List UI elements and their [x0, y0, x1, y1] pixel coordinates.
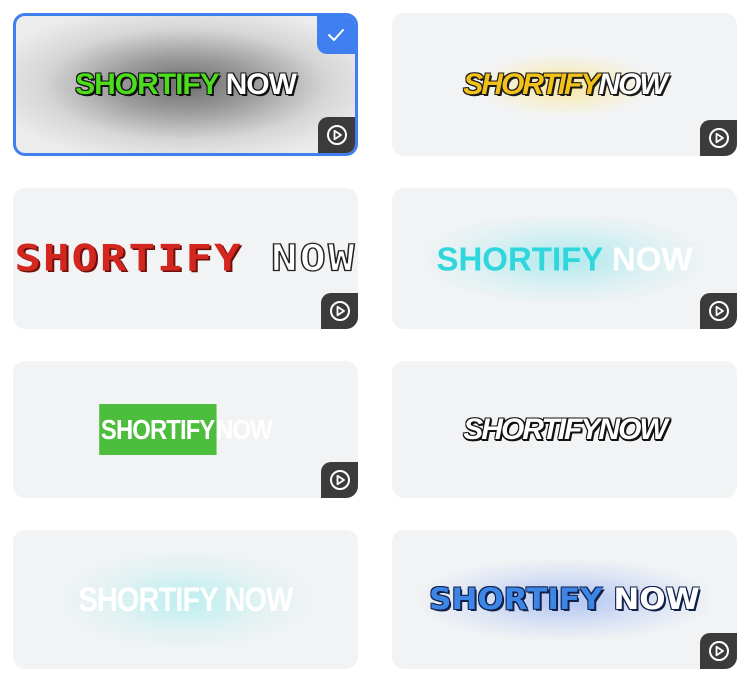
caption-style-card-cyan-glow[interactable]: SHORTIFY NOW	[392, 188, 737, 329]
play-circle-icon	[708, 641, 729, 661]
play-preview-button[interactable]	[318, 117, 355, 153]
caption-preview: SHORTIFY NOW	[392, 242, 737, 275]
caption-word-primary: SHORTIFY	[436, 240, 603, 277]
play-circle-icon	[329, 470, 350, 490]
caption-word-secondary: NOW	[598, 67, 667, 101]
check-icon	[328, 29, 344, 41]
play-preview-button[interactable]	[700, 633, 737, 669]
caption-word-primary: SHORTIFY	[78, 580, 218, 619]
caption-style-card-green-white-bold[interactable]: SHORTIFY NOW	[13, 13, 358, 156]
play-circle-icon	[326, 125, 347, 145]
caption-style-card-green-highlight[interactable]: SHORTIFYNOW	[13, 361, 358, 498]
caption-word-secondary: NOW	[598, 412, 667, 446]
caption-word-secondary: NOW	[611, 240, 693, 277]
caption-word-primary: SHORTIFY	[14, 237, 243, 279]
caption-preview: SHORTIFY NOW	[16, 67, 355, 101]
caption-word-primary: SHORTIFY	[463, 67, 600, 101]
caption-style-card-white-comic-outline[interactable]: SHORTIFYNOW	[392, 361, 737, 498]
caption-preview: SHORTIFYNOW	[392, 412, 737, 446]
caption-preview: SHORTIFYNOW	[392, 67, 737, 101]
caption-style-card-red-pixel[interactable]: SHORTIFY NOW	[13, 188, 358, 329]
caption-style-card-yellow-comic[interactable]: SHORTIFYNOW	[392, 13, 737, 156]
caption-word-secondary: NOW	[613, 581, 700, 617]
caption-style-card-blue-pixel-glow[interactable]: SHORTIFY NOW	[392, 530, 737, 669]
play-preview-button[interactable]	[700, 293, 737, 329]
caption-word-primary: SHORTIFY	[99, 403, 217, 455]
caption-style-card-white-soft-glow[interactable]: SHORTIFY NOW	[13, 530, 358, 669]
caption-word-primary: SHORTIFY	[463, 412, 600, 446]
caption-preview: SHORTIFY NOW	[392, 581, 737, 617]
play-circle-icon	[708, 301, 729, 321]
caption-preview: SHORTIFY NOW	[39, 583, 332, 617]
caption-word-secondary: NOW	[224, 580, 293, 619]
play-preview-button[interactable]	[321, 293, 358, 329]
play-circle-icon	[329, 301, 350, 321]
caption-word-secondary: NOW	[270, 237, 357, 279]
caption-word-secondary: NOW	[216, 413, 272, 445]
caption-word-secondary: NOW	[225, 67, 297, 101]
caption-word-primary: SHORTIFY	[429, 581, 603, 617]
caption-preview: SHORTIFY NOW	[13, 237, 358, 279]
play-circle-icon	[708, 128, 729, 148]
caption-word-primary: SHORTIFY	[75, 67, 219, 101]
selected-check-badge	[317, 16, 355, 54]
caption-preview: SHORTIFYNOW	[39, 403, 332, 455]
play-preview-button[interactable]	[700, 120, 737, 156]
play-preview-button[interactable]	[321, 462, 358, 498]
